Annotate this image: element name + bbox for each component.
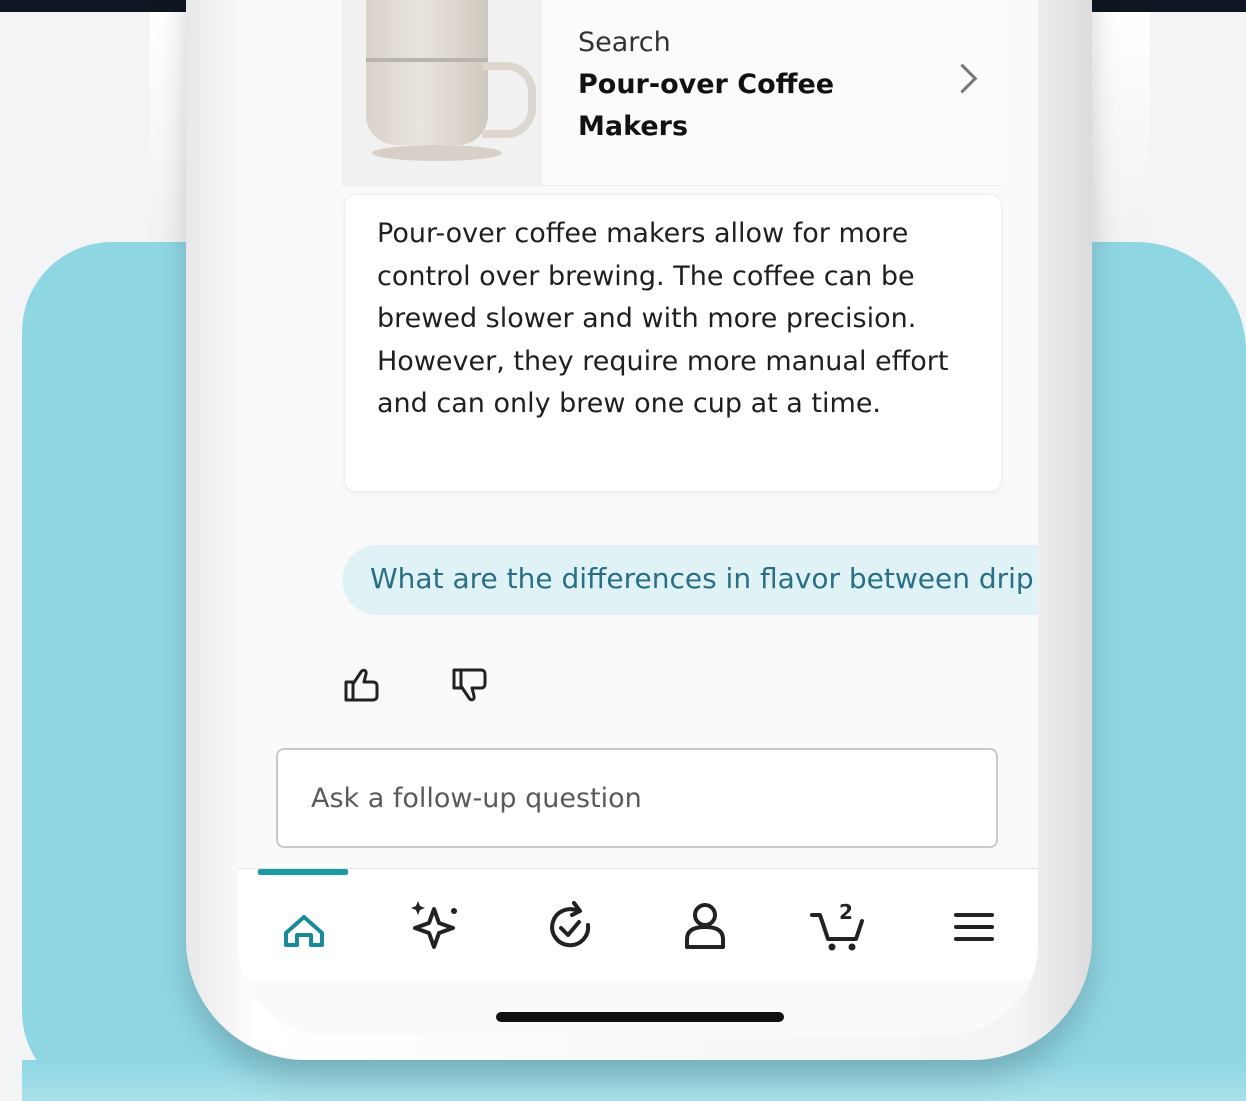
cart-icon[interactable]: 2 — [800, 887, 880, 967]
bottom-nav: 2 — [238, 868, 1038, 979]
result-eyebrow: Search — [578, 27, 671, 58]
menu-icon[interactable] — [934, 887, 1014, 967]
home-icon[interactable] — [264, 887, 344, 967]
search-result-card[interactable]: Search Pour-over Coffee Makers — [342, 0, 1002, 186]
refresh-check-icon[interactable] — [530, 887, 610, 967]
mug-rim — [366, 58, 488, 62]
suggested-question-text: What are the differences in flavor betwe… — [370, 562, 1034, 595]
chevron-right-icon[interactable] — [947, 63, 978, 94]
teal-backdrop-bottom — [22, 1060, 1246, 1101]
active-tab-indicator — [258, 869, 348, 875]
app-screen: Search Pour-over Coffee Makers Pour-over… — [238, 0, 1038, 1035]
mug-handle — [482, 62, 536, 138]
suggested-question-chip[interactable]: What are the differences in flavor betwe… — [342, 545, 1038, 615]
person-icon[interactable] — [665, 887, 745, 967]
result-title: Pour-over Coffee Makers — [578, 69, 835, 142]
thumbs-up-icon[interactable] — [342, 665, 382, 705]
cart-badge: 2 — [839, 900, 853, 924]
mug-body — [366, 0, 488, 145]
phone-screen: Search Pour-over Coffee Makers Pour-over… — [238, 0, 1038, 1035]
sparkle-icon[interactable] — [396, 887, 476, 967]
thumbs-down-icon[interactable] — [450, 665, 490, 705]
mug-base — [372, 145, 502, 161]
home-indicator — [496, 1012, 784, 1022]
product-image — [342, 0, 542, 185]
product-text: Search Pour-over Coffee Makers — [578, 22, 898, 148]
answer-text: Pour-over coffee makers allow for more c… — [377, 218, 949, 419]
answer-card: Pour-over coffee makers allow for more c… — [344, 194, 1002, 492]
follow-up-input[interactable] — [276, 748, 998, 848]
